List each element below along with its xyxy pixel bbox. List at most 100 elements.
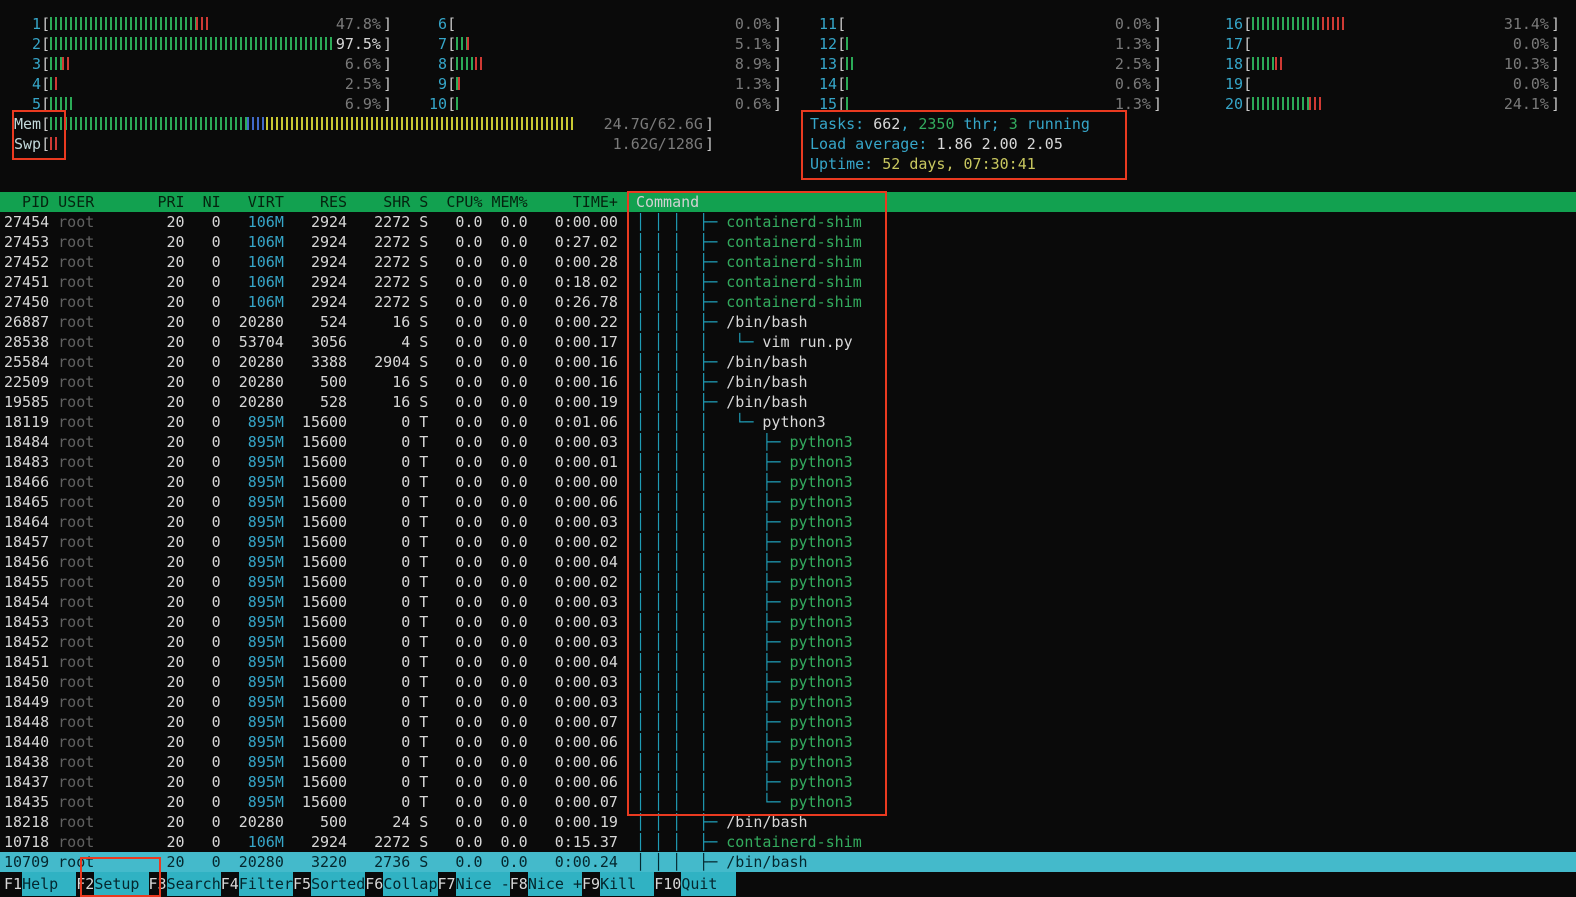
process-row[interactable]: 18484 root 20 0 895M 15600 0 T 0.0 0.0 0:00.03 │ │ … — [0, 432, 1576, 452]
tree-branch: │ │ │ ├─ — [635, 813, 727, 831]
cell-pid: 18456 — [4, 553, 50, 571]
process-row[interactable]: 22509 root 20 0 20280 500 16 S 0.0 0.0 0:00.16 │ │ … — [0, 372, 1576, 392]
fnkey-F2[interactable]: F2 Setup — [76, 872, 149, 896]
process-row[interactable]: 10718 root 20 0 106M 2924 2272 S 0.0 0.0 0:15.37 │ … — [0, 832, 1576, 852]
process-row[interactable]: 27453 root 20 0 106M 2924 2272 S 0.0 0.0 0:27.02 │ … — [0, 232, 1576, 252]
col-header-command[interactable]: Command — [636, 192, 1576, 212]
cell-gap — [618, 652, 636, 672]
fnkey-F6[interactable]: F6 Collap — [365, 872, 438, 896]
process-row[interactable]: 18465 root 20 0 895M 15600 0 T 0.0 0.0 0:00.06 │ │ … — [0, 492, 1576, 512]
cell-mem: 0.0 — [500, 533, 528, 551]
cell-ni: 0 — [211, 733, 221, 751]
process-row[interactable]: 28538 root 20 0 53704 3056 4 S 0.0 0.0 0:00.17 │ │ … — [0, 332, 1576, 352]
cell-gap — [49, 292, 58, 312]
meter-label: 3 — [32, 55, 42, 73]
cell-cpu[interactable]: CPU% — [428, 192, 482, 212]
fnkey-F3[interactable]: F3 Search — [149, 872, 221, 896]
process-row[interactable]: 18438 root 20 0 895M 15600 0 T 0.0 0.0 0:00.06 │ │ … — [0, 752, 1576, 772]
cell-gap — [618, 252, 636, 272]
cell-state[interactable]: S — [419, 192, 428, 212]
fnkey-F10[interactable]: F10 Quit — [654, 872, 736, 896]
cell-gap — [618, 572, 636, 592]
process-row[interactable]: 26887 root 20 0 20280 524 16 S 0.0 0.0 0:00.22 │ │ … — [0, 312, 1576, 332]
fnkey-F1[interactable]: F1 Help — [4, 872, 77, 896]
process-row[interactable]: 27452 root 20 0 106M 2924 2272 S 0.0 0.0 0:00.28 │ … — [0, 252, 1576, 272]
cell-mem[interactable]: MEM% — [482, 192, 528, 212]
cell-gap — [49, 192, 58, 212]
tasks-text: thr — [954, 115, 991, 133]
process-row[interactable]: 18435 root 20 0 895M 15600 0 T 0.0 0.0 0:00.07 │ │ … — [0, 792, 1576, 812]
process-row[interactable]: 18452 root 20 0 895M 15600 0 T 0.0 0.0 0:00.03 │ │ … — [0, 632, 1576, 652]
process-row[interactable]: 18119 root 20 0 895M 15600 0 T 0.0 0.0 0:01.06 │ │ … — [0, 412, 1576, 432]
process-row[interactable]: 18437 root 20 0 895M 15600 0 T 0.0 0.0 0:00.06 │ │ … — [0, 772, 1576, 792]
fnkey-F7[interactable]: F7 Nice - — [438, 872, 510, 896]
cell-pid: 28538 — [4, 333, 50, 351]
cell-cpu: 0.0 — [455, 473, 483, 491]
process-row[interactable]: 18440 root 20 0 895M 15600 0 T 0.0 0.0 0:00.06 │ │ … — [0, 732, 1576, 752]
bar-segment-green — [846, 57, 854, 70]
meter-value: 6.6% — [342, 54, 381, 74]
cell-ni: 0 — [211, 633, 221, 651]
process-row[interactable]: 18455 root 20 0 895M 15600 0 T 0.0 0.0 0:00.02 │ │ … — [0, 572, 1576, 592]
cell-user[interactable]: USER — [58, 192, 148, 212]
meter-value: 10.3% — [1501, 54, 1549, 74]
fnkey-F8[interactable]: F8 Nice + — [510, 872, 582, 896]
cell-virt: 106M — [247, 253, 284, 271]
tree-branch: │ │ │ ├─ — [635, 833, 727, 851]
process-row[interactable]: 18449 root 20 0 895M 15600 0 T 0.0 0.0 0:00.03 │ │ … — [0, 692, 1576, 712]
cpu-meter-column-1: 1[47.8%] 2[97.5%] 3[6.6%] 4[2.5%] 5[6.9%] — [14, 14, 392, 114]
process-row[interactable]: 18483 root 20 0 895M 15600 0 T 0.0 0.0 0:00.01 │ │ … — [0, 452, 1576, 472]
cell-ni[interactable]: NI — [185, 192, 221, 212]
meter-value: 1.62G/128G — [610, 134, 703, 154]
meter-bar: 2.5% — [50, 74, 383, 94]
cell-cpu: 0.0 — [455, 753, 483, 771]
process-row[interactable]: 19585 root 20 0 20280 528 16 S 0.0 0.0 0:00.19 │ │ … — [0, 392, 1576, 412]
process-row[interactable]: 18448 root 20 0 895M 15600 0 T 0.0 0.0 0:00.07 │ │ … — [0, 712, 1576, 732]
cell-virt[interactable]: VIRT — [221, 192, 284, 212]
cell-command: │ │ │ │ ├─ python3 — [636, 572, 1576, 592]
fnkey-F5[interactable]: F5 Sorted — [293, 872, 366, 896]
fnkey-F4[interactable]: F4 Filter — [221, 872, 293, 896]
cell-virt: 895M — [247, 493, 284, 511]
process-row[interactable]: 27451 root 20 0 106M 2924 2272 S 0.0 0.0 0:18.02 │ … — [0, 272, 1576, 292]
fnkey-action: Collap — [383, 872, 438, 896]
cell-state: T — [419, 693, 429, 711]
cell-gap — [410, 752, 419, 772]
process-row[interactable]: 18456 root 20 0 895M 15600 0 T 0.0 0.0 0:00.04 │ │ … — [0, 552, 1576, 572]
process-row[interactable]: 18466 root 20 0 895M 15600 0 T 0.0 0.0 0:00.00 │ │ … — [0, 472, 1576, 492]
meter-bracket-open: [ — [837, 75, 847, 93]
cell-gap — [49, 472, 58, 492]
fnkey-action: Kill — [600, 872, 655, 896]
cell-cpu: 0.0 — [455, 373, 483, 391]
process-row[interactable]: 18453 root 20 0 895M 15600 0 T 0.0 0.0 0:00.03 │ │ … — [0, 612, 1576, 632]
cell-shr[interactable]: SHR — [347, 192, 410, 212]
meter-value: 0.6% — [732, 94, 771, 114]
tasks-text: Uptime: — [810, 155, 883, 173]
meter-bracket-close: ] — [704, 115, 714, 133]
meter-bracket-open: [ — [447, 75, 457, 93]
cell-pri: 20 — [166, 813, 185, 831]
meter-bracket-open: [ — [837, 15, 847, 33]
cell-pri[interactable]: PRI — [148, 192, 184, 212]
process-row[interactable]: 27450 root 20 0 106M 2924 2272 S 0.0 0.0 0:26.78 │ … — [0, 292, 1576, 312]
cell-time: 0:00.01 — [554, 453, 618, 471]
process-row[interactable]: 18218 root 20 0 20280 500 24 S 0.0 0.0 0:00.19 │ │ … — [0, 812, 1576, 832]
process-row[interactable]: 25584 root 20 0 20280 3388 2904 S 0.0 0.0 0:00.16 │… — [0, 352, 1576, 372]
process-row[interactable]: 27454 root 20 0 106M 2924 2272 S 0.0 0.0 0:00.00 │ … — [0, 212, 1576, 232]
process-row[interactable]: 18464 root 20 0 895M 15600 0 T 0.0 0.0 0:00.03 │ │ … — [0, 512, 1576, 532]
process-row[interactable]: 18450 root 20 0 895M 15600 0 T 0.0 0.0 0:00.03 │ │ … — [0, 672, 1576, 692]
process-row[interactable]: 10709 root 20 0 20280 3220 2736 S 0.0 0.0 0:00.24 │… — [0, 852, 1576, 872]
process-row[interactable]: 18457 root 20 0 895M 15600 0 T 0.0 0.0 0:00.02 │ │ … — [0, 532, 1576, 552]
cell-time[interactable]: TIME+ — [528, 192, 618, 212]
cell-res[interactable]: RES — [284, 192, 347, 212]
process-row[interactable]: 18454 root 20 0 895M 15600 0 T 0.0 0.0 0:00.03 │ │ … — [0, 592, 1576, 612]
cell-ni: 0 — [211, 513, 221, 531]
tree-branch: │ │ │ │ ├─ — [635, 653, 790, 671]
fnkey-F9[interactable]: F9 Kill — [582, 872, 655, 896]
meter-bar: 10.3% — [1252, 54, 1551, 74]
cell-gap — [618, 332, 636, 352]
tree-branch: │ │ │ │ ├─ — [635, 733, 790, 751]
cell-pid[interactable]: PID — [4, 192, 49, 212]
tasks-line-3: Uptime: 52 days, 07:30:41 — [810, 154, 1162, 174]
process-row[interactable]: 18451 root 20 0 895M 15600 0 T 0.0 0.0 0:00.04 │ │ … — [0, 652, 1576, 672]
